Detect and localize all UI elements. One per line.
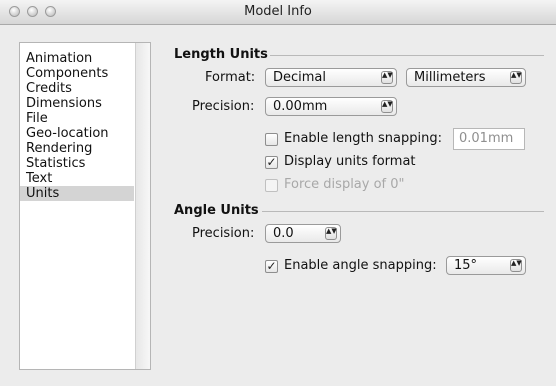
length-units-divider bbox=[270, 55, 544, 56]
sidebar-item-dimensions[interactable]: Dimensions bbox=[20, 96, 134, 111]
length-snapping-field[interactable]: 0.01mm bbox=[453, 128, 525, 150]
angle-units-heading: Angle Units bbox=[174, 203, 259, 218]
stepper-arrows-icon: ▲▼ bbox=[510, 259, 522, 272]
title-bar: Model Info bbox=[0, 0, 556, 25]
display-units-format-label: Display units format bbox=[284, 154, 416, 169]
sidebar-item-text[interactable]: Text bbox=[20, 171, 134, 186]
enable-angle-snapping-checkbox[interactable]: ✓ bbox=[265, 260, 278, 273]
sidebar-item-units[interactable]: Units bbox=[20, 186, 134, 201]
format-label: Format: bbox=[205, 70, 256, 85]
sidebar-item-statistics[interactable]: Statistics bbox=[20, 156, 134, 171]
length-units-heading: Length Units bbox=[174, 47, 268, 62]
category-list: Animation Components Credits Dimensions … bbox=[19, 42, 151, 370]
sidebar-scrollbar[interactable] bbox=[135, 43, 150, 369]
window-title: Model Info bbox=[244, 4, 312, 19]
angle-precision-select[interactable]: 0.0 ▲▼ bbox=[265, 224, 341, 243]
force-display-label: Force display of 0" bbox=[284, 177, 405, 192]
sidebar-item-rendering[interactable]: Rendering bbox=[20, 141, 134, 156]
unit-select[interactable]: Millimeters ▲▼ bbox=[406, 68, 526, 87]
enable-length-snapping-label: Enable length snapping: bbox=[284, 131, 442, 146]
angle-snapping-select[interactable]: 15° ▲▼ bbox=[446, 256, 526, 275]
force-display-checkbox bbox=[265, 179, 278, 192]
display-units-format-checkbox[interactable]: ✓ bbox=[265, 156, 278, 169]
sidebar-item-components[interactable]: Components bbox=[20, 66, 134, 81]
stepper-arrows-icon: ▲▼ bbox=[325, 227, 337, 240]
format-select[interactable]: Decimal ▲▼ bbox=[265, 68, 397, 87]
length-precision-select[interactable]: 0.00mm ▲▼ bbox=[265, 97, 397, 116]
enable-length-snapping-checkbox[interactable] bbox=[265, 133, 278, 146]
stepper-arrows-icon: ▲▼ bbox=[510, 71, 522, 84]
sidebar-item-animation[interactable]: Animation bbox=[20, 51, 134, 66]
sidebar-item-credits[interactable]: Credits bbox=[20, 81, 134, 96]
precision-label: Precision: bbox=[192, 99, 255, 114]
enable-angle-snapping-label: Enable angle snapping: bbox=[284, 258, 437, 273]
sidebar-item-geo-location[interactable]: Geo-location bbox=[20, 126, 134, 141]
angle-units-divider bbox=[262, 211, 544, 212]
sidebar-item-file[interactable]: File bbox=[20, 111, 134, 126]
stepper-arrows-icon: ▲▼ bbox=[381, 100, 393, 113]
angle-precision-label: Precision: bbox=[192, 226, 255, 241]
model-info-window: Model Info Animation Components Credits … bbox=[0, 0, 556, 386]
stepper-arrows-icon: ▲▼ bbox=[381, 71, 393, 84]
